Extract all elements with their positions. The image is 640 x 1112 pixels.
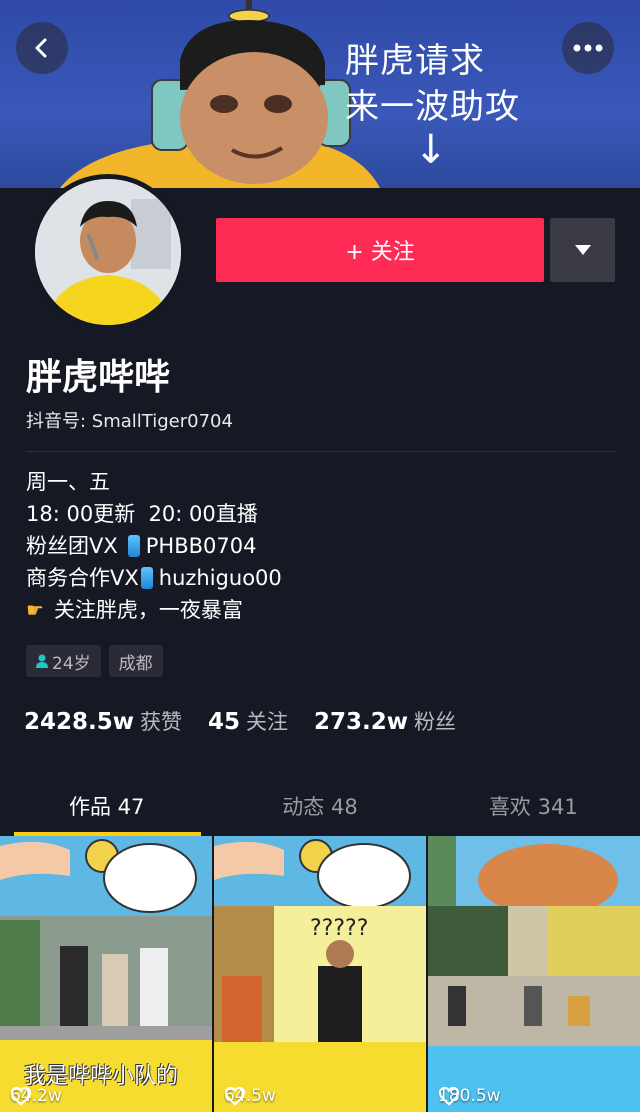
chevron-left-icon bbox=[35, 38, 47, 58]
profile-tags: 24岁 成都 bbox=[26, 645, 163, 677]
video-thumbnail[interactable]: ????? 64.5w bbox=[214, 836, 426, 1112]
mobile-phone-icon bbox=[127, 535, 140, 557]
bio-text: 粉丝团VX bbox=[26, 534, 118, 558]
age-tag: 24岁 bbox=[26, 645, 101, 677]
video-cover-image bbox=[214, 836, 426, 1112]
back-button[interactable] bbox=[16, 22, 68, 74]
heart-icon bbox=[224, 1086, 246, 1106]
city-tag-label: 成都 bbox=[118, 653, 153, 674]
banner-arrow: ↓ bbox=[414, 127, 448, 173]
banner-caption: 胖虎请求 来一波助攻 bbox=[345, 38, 520, 130]
bio-text: 商务合作VX bbox=[26, 566, 139, 590]
likes-label: 获赞 bbox=[140, 710, 183, 734]
bio-text: PHBB0704 bbox=[145, 534, 257, 558]
avatar-image bbox=[35, 179, 181, 325]
likes-count: 2428.5w bbox=[24, 709, 135, 735]
video-overlay-text: ????? bbox=[310, 916, 369, 941]
follow-button[interactable]: + 关注 bbox=[216, 218, 544, 282]
video-thumbnail[interactable]: 我是哔哔小队的 64.2w bbox=[0, 836, 212, 1112]
profile-stats: 2428.5w 获赞 45 关注 273.2w 粉丝 bbox=[24, 706, 482, 736]
bio-line: ☛ 关注胖虎，一夜暴富 bbox=[26, 594, 282, 626]
bio-line: 粉丝团VX PHBB0704 bbox=[26, 530, 282, 562]
bio-line: 商务合作VX huzhiguo00 bbox=[26, 562, 282, 594]
bio-text: huzhiguo00 bbox=[158, 566, 282, 590]
city-tag: 成都 bbox=[108, 645, 163, 677]
video-likes: 64.5w bbox=[224, 1086, 276, 1106]
bio-text: 关注胖虎，一夜暴富 bbox=[53, 598, 243, 622]
video-grid: 我是哔哔小队的 64.2w ????? 64.5w 180.5w bbox=[0, 836, 640, 1112]
video-cover-image bbox=[428, 836, 640, 1112]
video-thumbnail[interactable]: 180.5w bbox=[428, 836, 640, 1112]
tab-dynamic[interactable]: 动态 48 bbox=[213, 776, 426, 836]
banner-caption-line1: 胖虎请求 bbox=[345, 41, 485, 81]
bio-line: 18: 00更新 20: 00直播 bbox=[26, 502, 258, 526]
video-likes: 64.2w bbox=[10, 1086, 62, 1106]
avatar-frame[interactable] bbox=[30, 174, 186, 330]
profile-banner: 胖虎请求 来一波助攻 ↓ bbox=[0, 0, 640, 188]
banner-cartoon-image bbox=[60, 0, 380, 188]
following-count[interactable]: 45 bbox=[208, 709, 240, 735]
mobile-phone-icon bbox=[140, 567, 153, 589]
avatar[interactable] bbox=[35, 179, 181, 325]
divider bbox=[26, 451, 616, 452]
caret-down-icon bbox=[574, 245, 591, 255]
profile-bio: 周一、五 18: 00更新 20: 00直播 粉丝团VX PHBB0704 商务… bbox=[26, 466, 282, 626]
heart-icon bbox=[10, 1086, 32, 1106]
profile-tabs: 作品 47 动态 48 喜欢 341 bbox=[0, 776, 640, 836]
tab-favorites[interactable]: 喜欢 341 bbox=[427, 776, 640, 836]
following-label[interactable]: 关注 bbox=[246, 706, 288, 736]
video-likes: 180.5w bbox=[438, 1086, 501, 1106]
fans-label[interactable]: 粉丝 bbox=[414, 706, 456, 736]
pointing-hand-icon: ☛ bbox=[26, 598, 44, 622]
bio-line: 周一、五 bbox=[26, 470, 110, 494]
more-button[interactable] bbox=[562, 22, 614, 74]
fans-count[interactable]: 273.2w bbox=[314, 709, 408, 735]
person-icon bbox=[36, 654, 48, 668]
profile-nickname: 胖虎哔哔 bbox=[26, 357, 171, 398]
recommend-dropdown-button[interactable] bbox=[550, 218, 615, 282]
banner-caption-line2: 来一波助攻 bbox=[345, 87, 520, 127]
tab-works[interactable]: 作品 47 bbox=[0, 776, 213, 836]
more-dots-icon bbox=[573, 44, 603, 52]
age-tag-label: 24岁 bbox=[52, 653, 91, 674]
heart-icon bbox=[438, 1086, 460, 1106]
douyin-id[interactable]: 抖音号: SmallTiger0704 bbox=[26, 407, 233, 433]
